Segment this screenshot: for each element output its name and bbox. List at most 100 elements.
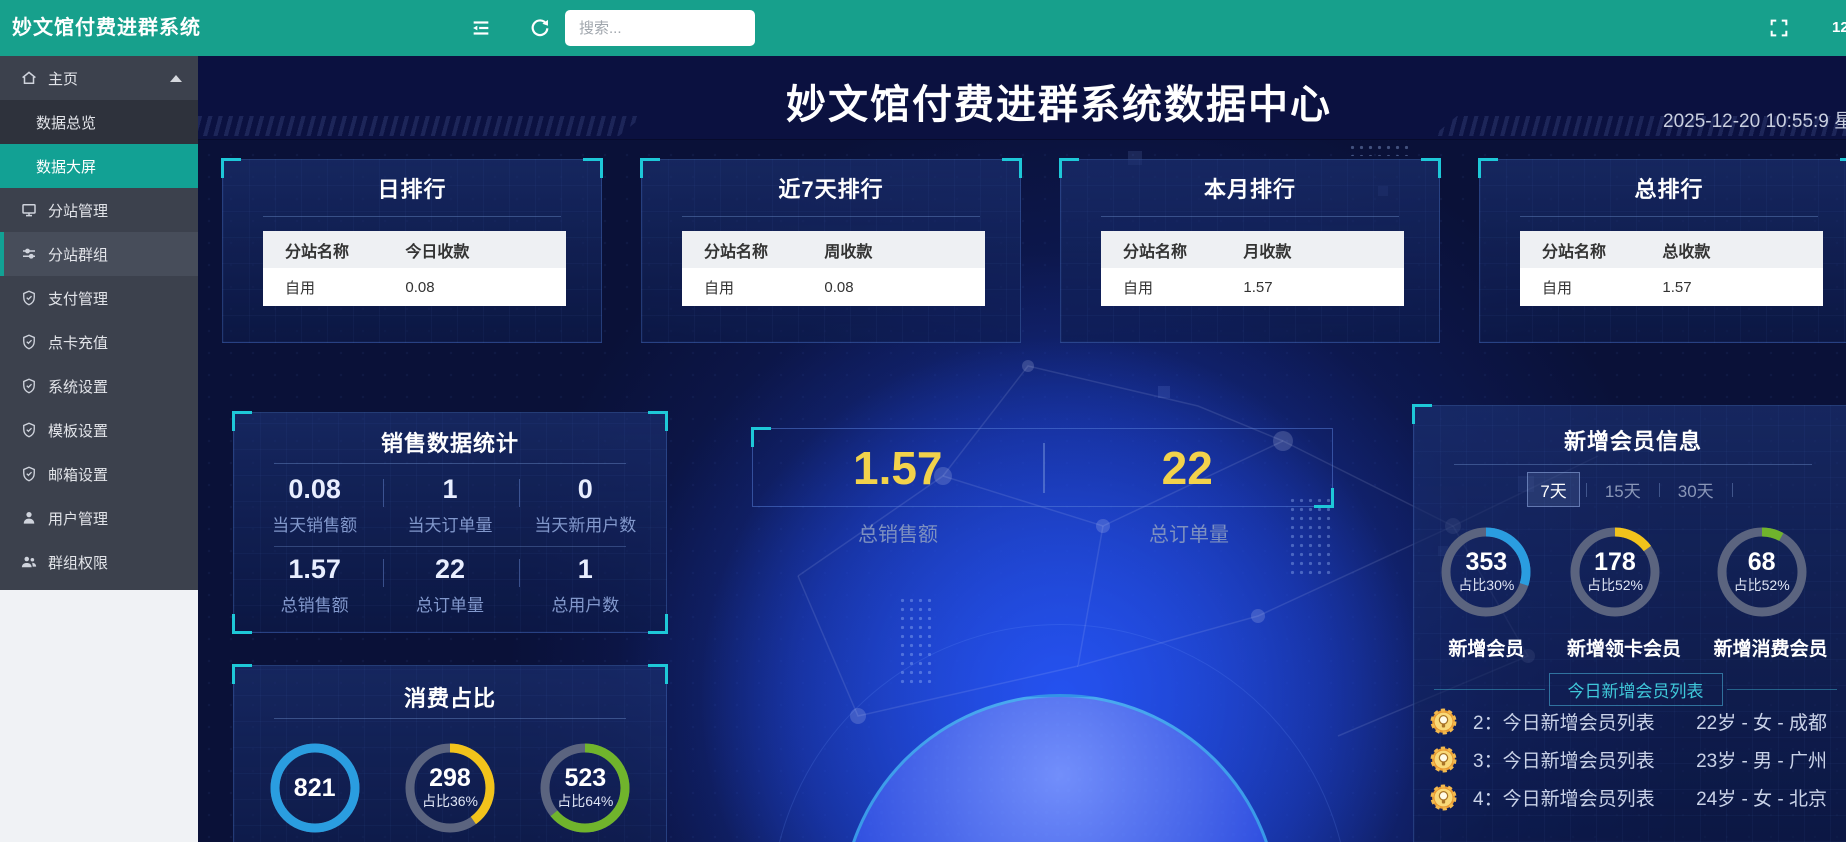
card-title: 总排行: [1480, 172, 1846, 204]
shield-icon: [20, 377, 38, 395]
stat-total-users: 1总用户数: [518, 553, 653, 616]
sidebar-item-data-overview[interactable]: 数据总览: [0, 100, 198, 144]
monitor-icon: [20, 201, 38, 219]
ranking-card-daily: 日排行 分站名称今日收款 自用0.08: [222, 159, 602, 343]
col-header: 分站名称: [1520, 238, 1662, 262]
user-text[interactable]: 123: [1832, 0, 1846, 56]
col-header: 今日收款: [405, 238, 566, 262]
shield-icon: [20, 289, 38, 307]
dots-decoration: [1288, 496, 1333, 576]
card-members-donut-group: 178占比52% 新增领卡会员: [1567, 524, 1681, 661]
sidebar-item-card-recharge[interactable]: 点卡充值: [0, 320, 198, 364]
consumption-panel: 消费占比 821 298占比36% 523占比64%: [233, 665, 667, 842]
col-header: 月收款: [1243, 238, 1404, 262]
sidebar-item-label: 用户管理: [48, 508, 108, 529]
donut-label: 新增领卡会员: [1567, 634, 1681, 661]
sidebar-item-label: 系统设置: [48, 376, 108, 397]
sliders-icon: [20, 245, 38, 263]
sidebar-item-data-screen[interactable]: 数据大屏: [0, 144, 198, 188]
collapse-menu-icon[interactable]: [470, 17, 492, 39]
period-tabs: 7天 15天 30天: [1414, 472, 1846, 507]
datetime-text: 2025-12-20 10:55:9 星期六: [1663, 106, 1846, 133]
stat-today-new-users: 0当天新用户数: [518, 473, 653, 536]
sidebar-item-payment-manage[interactable]: 支付管理: [0, 276, 198, 320]
panel-title: 消费占比: [234, 681, 666, 713]
sidebar-item-label: 模板设置: [48, 420, 108, 441]
bulb-icon: [1430, 784, 1457, 811]
refresh-icon[interactable]: [529, 17, 551, 39]
donut-chart-total: 821: [267, 740, 363, 836]
users-icon: [20, 553, 38, 571]
dashboard-title: 妙文馆付费进群系统数据中心: [198, 72, 1846, 130]
tab-30days[interactable]: 30天: [1666, 473, 1726, 506]
donut-label: 新增消费会员: [1714, 634, 1828, 661]
ranking-card-total: 总排行 分站名称总收款 自用1.57: [1479, 159, 1846, 343]
dashboard-screen: 妙文馆付费进群系统数据中心 2025-12-20 10:55:9 星期六 日排行…: [198, 56, 1846, 842]
col-header: 周收款: [824, 238, 985, 262]
user-icon: [20, 509, 38, 527]
shield-icon: [20, 465, 38, 483]
sidebar-item-system-settings[interactable]: 系统设置: [0, 364, 198, 408]
sidebar-item-home[interactable]: 主页: [0, 56, 198, 100]
tab-15days[interactable]: 15天: [1593, 473, 1653, 506]
sidebar-item-label: 支付管理: [48, 288, 108, 309]
col-header: 分站名称: [682, 238, 824, 262]
stat-today-sales: 0.08当天销售额: [247, 473, 382, 536]
home-icon: [20, 69, 38, 87]
sidebar-item-substation-manage[interactable]: 分站管理: [0, 188, 198, 232]
chevron-up-icon: [170, 75, 182, 82]
list-item: 3：今日新增会员列表 23岁 - 男 - 广州: [1430, 740, 1827, 778]
col-header: 分站名称: [1101, 238, 1243, 262]
sidebar-item-user-manage[interactable]: 用户管理: [0, 496, 198, 540]
list-item: 4：今日新增会员列表 24岁 - 女 - 北京: [1430, 778, 1827, 816]
sidebar-item-group-permissions[interactable]: 群组权限: [0, 540, 198, 584]
card-title: 本月排行: [1061, 172, 1439, 204]
search-input[interactable]: [565, 10, 755, 46]
dashboard-header: 妙文馆付费进群系统数据中心: [198, 56, 1846, 140]
stat-total-sales: 1.57总销售额: [247, 553, 382, 616]
sidebar-item-label: 分站管理: [48, 200, 108, 221]
col-header: 总收款: [1662, 238, 1823, 262]
table-row: 自用0.08: [263, 268, 566, 306]
card-title: 日排行: [223, 172, 601, 204]
ranking-table: 分站名称周收款 自用0.08: [682, 231, 985, 306]
ranking-table: 分站名称月收款 自用1.57: [1101, 231, 1404, 306]
totals-box: 1.57 22: [752, 428, 1333, 507]
fullscreen-icon[interactable]: [1768, 17, 1790, 39]
ranking-table: 分站名称今日收款 自用0.08: [263, 231, 566, 306]
list-item: 2：今日新增会员列表 22岁 - 女 - 成都: [1430, 702, 1827, 740]
stat-today-orders: 1当天订单量: [382, 473, 517, 536]
table-row: 自用1.57: [1101, 268, 1404, 306]
member-info: 24岁 - 女 - 北京: [1696, 784, 1827, 811]
sidebar-item-label: 数据大屏: [36, 156, 96, 177]
sidebar-item-template-settings[interactable]: 模板设置: [0, 408, 198, 452]
ranking-card-week: 近7天排行 分站名称周收款 自用0.08: [641, 159, 1021, 343]
card-title: 近7天排行: [642, 172, 1020, 204]
sales-stats-panel: 销售数据统计 0.08当天销售额 1当天订单量 0当天新用户数 1.57总销售额…: [233, 412, 667, 633]
sidebar-item-label: 邮箱设置: [48, 464, 108, 485]
new-members-donut-group: 353占比30% 新增会员: [1438, 524, 1534, 661]
sidebar-item-label: 主页: [48, 68, 78, 89]
bulb-icon: [1430, 746, 1457, 773]
shield-icon: [20, 333, 38, 351]
panel-title: 新增会员信息: [1414, 424, 1846, 456]
shield-icon: [20, 421, 38, 439]
ranking-table: 分站名称总收款 自用1.57: [1520, 231, 1823, 306]
donut-chart-298: 298占比36%: [402, 740, 498, 836]
sidebar-item-mail-settings[interactable]: 邮箱设置: [0, 452, 198, 496]
sidebar-item-label: 数据总览: [36, 112, 96, 133]
consuming-members-donut-group: 68占比52% 新增消费会员: [1714, 524, 1828, 661]
bulb-icon: [1430, 708, 1457, 735]
panel-title: 销售数据统计: [234, 426, 666, 458]
table-row: 自用0.08: [682, 268, 985, 306]
col-header: 分站名称: [263, 238, 405, 262]
new-members-panel: 新增会员信息 7天 15天 30天 353占比30% 新增会员 178占比52%: [1413, 405, 1846, 842]
sidebar-item-label: 点卡充值: [48, 332, 108, 353]
member-list: 2：今日新增会员列表 22岁 - 女 - 成都 3：今日新增会员列表 23岁 -…: [1430, 702, 1827, 816]
sidebar-item-substation-groups[interactable]: 分站群组: [0, 232, 198, 276]
donut-chart-523: 523占比64%: [537, 740, 633, 836]
tab-7days[interactable]: 7天: [1527, 472, 1579, 507]
table-row: 自用1.57: [1520, 268, 1823, 306]
total-orders-value: 22: [1162, 441, 1213, 495]
dots-decoration: [898, 596, 934, 686]
